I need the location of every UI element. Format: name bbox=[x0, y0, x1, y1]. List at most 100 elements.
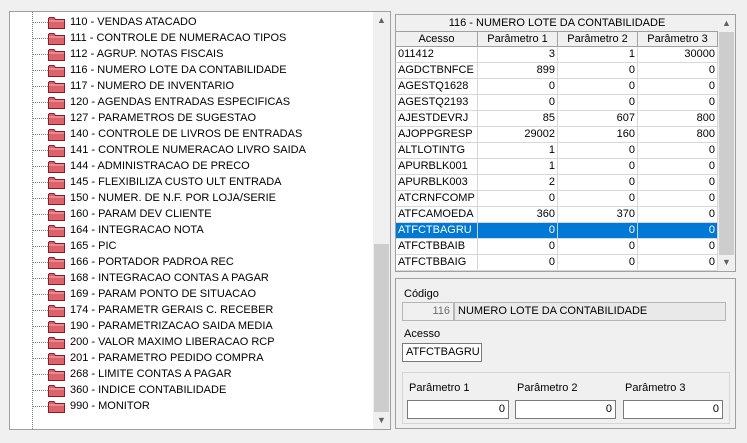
tree-item[interactable]: 174 - PARAMETR GERAIS C. RECEBER bbox=[10, 302, 375, 318]
acesso-field[interactable]: ATFCTBAGRU bbox=[402, 343, 482, 362]
scroll-up-icon[interactable]: ▲ bbox=[373, 12, 390, 29]
table-row[interactable]: AJESTDEVRJ 85 607 800 bbox=[396, 111, 718, 127]
folder-icon bbox=[48, 80, 65, 93]
folder-icon bbox=[48, 272, 65, 285]
scroll-thumb[interactable] bbox=[719, 32, 734, 255]
cell-param2: 0 bbox=[558, 239, 638, 255]
table-row[interactable]: ALTLOTINTG 1 0 0 bbox=[396, 143, 718, 159]
tree-item[interactable]: 268 - LIMITE CONTAS A PAGAR bbox=[10, 366, 375, 382]
table-row[interactable]: AJOPPGRESP 29002 160 800 bbox=[396, 127, 718, 143]
tree-item[interactable]: 140 - CONTROLE DE LIVROS DE ENTRADAS bbox=[10, 126, 375, 142]
table-row[interactable]: ATFCTBBAIG 0 0 0 bbox=[396, 255, 718, 271]
cell-param2: 1 bbox=[558, 47, 638, 63]
tree-item[interactable]: 120 - AGENDAS ENTRADAS ESPECIFICAS bbox=[10, 94, 375, 110]
cell-acesso: APURBLK003 bbox=[396, 175, 478, 191]
tree-connector bbox=[33, 134, 48, 135]
cell-param3: 0 bbox=[638, 175, 718, 191]
cell-param3: 800 bbox=[638, 111, 718, 127]
cell-param3: 0 bbox=[638, 63, 718, 79]
tree-item[interactable]: 190 - PARAMETRIZACAO SAIDA MEDIA bbox=[10, 318, 375, 334]
descricao-field: NUMERO LOTE DA CONTABILIDADE bbox=[454, 302, 726, 321]
param3-field[interactable]: 0 bbox=[623, 400, 723, 419]
tree-connector bbox=[33, 182, 48, 183]
cell-param3: 800 bbox=[638, 127, 718, 143]
grid-header: Acesso Parâmetro 1 Parâmetro 2 Parâmetro… bbox=[396, 32, 718, 47]
grid-scrollbar[interactable]: ▲ ▼ bbox=[718, 15, 735, 271]
cell-param2: 0 bbox=[558, 159, 638, 175]
param2-field[interactable]: 0 bbox=[515, 400, 616, 419]
tree-item[interactable]: 164 - INTEGRACAO NOTA bbox=[10, 222, 375, 238]
tree-item[interactable]: 116 - NUMERO LOTE DA CONTABILIDADE bbox=[10, 62, 375, 78]
scroll-thumb[interactable] bbox=[374, 244, 389, 412]
cell-param3: 0 bbox=[638, 191, 718, 207]
tree-connector bbox=[33, 278, 48, 279]
cell-acesso: ATFCTBAGRU bbox=[396, 223, 478, 239]
cell-param2: 0 bbox=[558, 223, 638, 239]
tree-item[interactable]: 160 - PARAM DEV CLIENTE bbox=[10, 206, 375, 222]
parameter-grid[interactable]: 116 - NUMERO LOTE DA CONTABILIDADE Acess… bbox=[395, 14, 736, 272]
tree-item[interactable]: 165 - PIC bbox=[10, 238, 375, 254]
tree-item-label: 140 - CONTROLE DE LIVROS DE ENTRADAS bbox=[70, 128, 303, 140]
tree-item-label: 112 - AGRUP. NOTAS FISCAIS bbox=[70, 48, 224, 60]
tree-item[interactable]: 990 - MONITOR bbox=[10, 398, 375, 414]
folder-icon bbox=[48, 112, 65, 125]
cell-param1: 2 bbox=[478, 175, 558, 191]
column-header-param3[interactable]: Parâmetro 3 bbox=[638, 32, 718, 47]
table-row[interactable]: APURBLK003 2 0 0 bbox=[396, 175, 718, 191]
tree-item[interactable]: 110 - VENDAS ATACADO bbox=[10, 14, 375, 30]
cell-param2: 0 bbox=[558, 191, 638, 207]
cell-param1: 0 bbox=[478, 239, 558, 255]
cell-param1: 360 bbox=[478, 207, 558, 223]
tree-item[interactable]: 166 - PORTADOR PADROA REC bbox=[10, 254, 375, 270]
tree-item[interactable]: 127 - PARAMETROS DE SUGESTAO bbox=[10, 110, 375, 126]
tree-connector bbox=[33, 246, 48, 247]
tree-connector bbox=[33, 166, 48, 167]
tree-item-label: 120 - AGENDAS ENTRADAS ESPECIFICAS bbox=[70, 96, 291, 108]
cell-param2: 370 bbox=[558, 207, 638, 223]
tree-item[interactable]: 201 - PARAMETRO PEDIDO COMPRA bbox=[10, 350, 375, 366]
tree-item-label: 117 - NUMERO DE INVENTARIO bbox=[70, 80, 235, 92]
cell-param2: 0 bbox=[558, 175, 638, 191]
tree-connector bbox=[33, 310, 48, 311]
parameter-tree[interactable]: 110 - VENDAS ATACADO 111 - CONTROLE DE NU… bbox=[9, 11, 391, 430]
table-row[interactable]: AGESTQ2193 0 0 0 bbox=[396, 95, 718, 111]
tree-item-label: 164 - INTEGRACAO NOTA bbox=[70, 224, 204, 236]
tree-item[interactable]: 360 - INDICE CONTABILIDADE bbox=[10, 382, 375, 398]
column-header-acesso[interactable]: Acesso bbox=[396, 32, 478, 47]
table-row-selected[interactable]: ATFCTBAGRU 0 0 0 bbox=[396, 223, 718, 239]
table-row[interactable]: 011412 3 1 30000 bbox=[396, 47, 718, 63]
table-row[interactable]: AGESTQ1628 0 0 0 bbox=[396, 79, 718, 95]
tree-item-label: 144 - ADMINISTRACAO DE PRECO bbox=[70, 160, 250, 172]
table-row[interactable]: APURBLK001 1 0 0 bbox=[396, 159, 718, 175]
cell-acesso: AGESTQ2193 bbox=[396, 95, 478, 111]
table-row[interactable]: ATFCAMOEDA 360 370 0 bbox=[396, 207, 718, 223]
tree-item[interactable]: 112 - AGRUP. NOTAS FISCAIS bbox=[10, 46, 375, 62]
scroll-up-icon[interactable]: ▲ bbox=[718, 15, 735, 32]
table-row[interactable]: AGDCTBNFCE 899 0 0 bbox=[396, 63, 718, 79]
cell-param3: 0 bbox=[638, 79, 718, 95]
folder-icon bbox=[48, 208, 65, 221]
tree-scrollbar[interactable]: ▲ ▼ bbox=[373, 12, 390, 429]
tree-item[interactable]: 200 - VALOR MAXIMO LIBERACAO RCP bbox=[10, 334, 375, 350]
tree-item[interactable]: 150 - NUMER. DE N.F. POR LOJA/SERIE bbox=[10, 190, 375, 206]
tree-connector bbox=[33, 54, 48, 55]
table-row[interactable]: ATCRNFCOMP 0 0 0 bbox=[396, 191, 718, 207]
tree-item[interactable]: 169 - PARAM PONTO DE SITUACAO bbox=[10, 286, 375, 302]
column-header-param1[interactable]: Parâmetro 1 bbox=[478, 32, 558, 47]
tree-connector bbox=[33, 118, 48, 119]
tree-item[interactable]: 111 - CONTROLE DE NUMERACAO TIPOS bbox=[10, 30, 375, 46]
tree-item[interactable]: 168 - INTEGRACAO CONTAS A PAGAR bbox=[10, 270, 375, 286]
table-row[interactable]: ATFCTBBAIB 0 0 0 bbox=[396, 239, 718, 255]
tree-item[interactable]: 144 - ADMINISTRACAO DE PRECO bbox=[10, 158, 375, 174]
scroll-down-icon[interactable]: ▼ bbox=[373, 412, 390, 429]
tree-item[interactable]: 141 - CONTROLE NUMERACAO LIVRO SAIDA bbox=[10, 142, 375, 158]
scroll-down-icon[interactable]: ▼ bbox=[718, 254, 735, 271]
column-header-param2[interactable]: Parâmetro 2 bbox=[558, 32, 638, 47]
tree-item-label: 160 - PARAM DEV CLIENTE bbox=[70, 208, 212, 220]
param1-field[interactable]: 0 bbox=[407, 400, 509, 419]
folder-icon bbox=[48, 64, 65, 77]
cell-param2: 0 bbox=[558, 95, 638, 111]
tree-item[interactable]: 117 - NUMERO DE INVENTARIO bbox=[10, 78, 375, 94]
cell-param3: 0 bbox=[638, 239, 718, 255]
tree-item[interactable]: 145 - FLEXIBILIZA CUSTO ULT ENTRADA bbox=[10, 174, 375, 190]
